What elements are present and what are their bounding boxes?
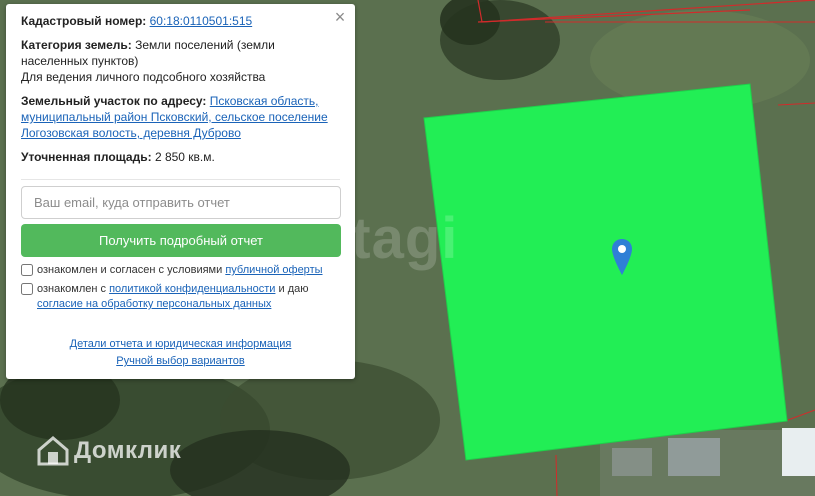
area-label: Уточненная площадь: <box>21 150 152 164</box>
email-input[interactable] <box>21 186 341 219</box>
cadastral-number-label: Кадастровый номер: <box>21 14 147 28</box>
land-category-label: Категория земель: <box>21 38 132 52</box>
report-details-link[interactable]: Детали отчета и юридическая информация <box>70 338 292 350</box>
area-row: Уточненная площадь: 2 850 кв.м. <box>21 149 340 165</box>
area-value: 2 850 кв.м. <box>154 150 215 164</box>
privacy-consent-and: и даю <box>278 283 309 295</box>
close-icon[interactable]: × <box>333 8 347 26</box>
privacy-policy-link[interactable]: политикой конфиденциальности <box>109 283 275 295</box>
personal-data-consent-link[interactable]: согласие на обработку персональных данны… <box>37 298 271 310</box>
privacy-consent-text: ознакомлен с <box>37 283 107 295</box>
offer-consent: ознакомлен и согласен с условиями публич… <box>21 263 340 278</box>
map-pin-icon[interactable] <box>611 238 633 276</box>
cadastral-number-row: Кадастровый номер: 60:18:0110501:515 <box>21 13 340 29</box>
footer-links: Детали отчета и юридическая информация Р… <box>21 336 340 370</box>
domclick-logo: Домклик <box>36 436 181 466</box>
manual-selection-link[interactable]: Ручной выбор вариантов <box>116 355 244 367</box>
cadastral-info-popup: × Кадастровый номер: 60:18:0110501:515 К… <box>6 4 355 379</box>
get-report-button[interactable]: Получить подробный отчет <box>21 224 341 257</box>
land-purpose: Для ведения личного подсобного хозяйства <box>21 70 266 84</box>
house-icon <box>37 436 69 466</box>
land-parcel <box>423 83 788 461</box>
divider <box>21 179 340 180</box>
address-label: Земельный участок по адресу: <box>21 94 207 108</box>
offer-consent-text: ознакомлен и согласен с условиями <box>37 264 223 276</box>
address-row: Земельный участок по адресу: Псковская о… <box>21 93 340 141</box>
privacy-consent-checkbox[interactable] <box>21 283 33 295</box>
public-offer-link[interactable]: публичной оферты <box>225 264 322 276</box>
privacy-consent: ознакомлен с политикой конфиденциальност… <box>21 282 340 312</box>
land-category-row: Категория земель: Земли поселений (земли… <box>21 37 340 85</box>
offer-consent-checkbox[interactable] <box>21 264 33 276</box>
cadastral-number-link[interactable]: 60:18:0110501:515 <box>150 14 253 28</box>
logo-text: Домклик <box>74 437 182 464</box>
